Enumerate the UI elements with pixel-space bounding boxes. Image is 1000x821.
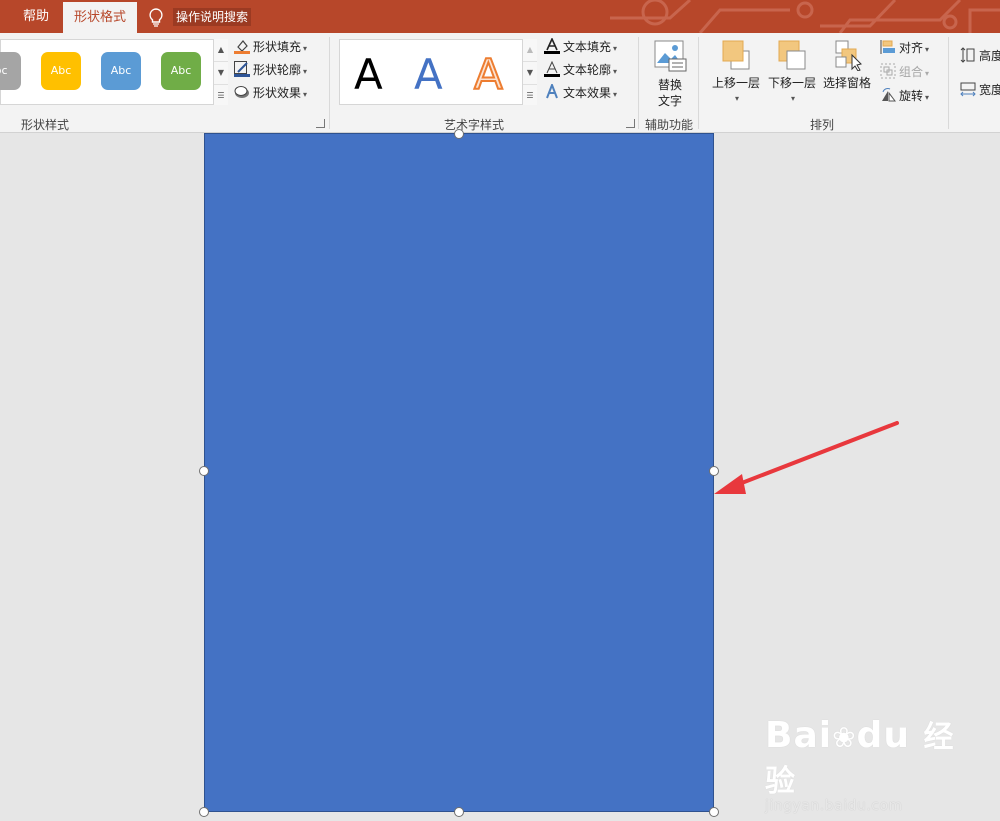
selection-pane-icon [835, 40, 862, 72]
scroll-up-icon[interactable]: ▲ [214, 39, 228, 62]
dialog-launcher-icon[interactable] [626, 119, 635, 128]
group-label-wordart-styles: 艺术字样式 [443, 118, 504, 132]
group-button[interactable]: 组合 ▾ [880, 62, 929, 82]
red-annotation-arrow [714, 421, 899, 494]
height-icon [960, 47, 976, 63]
scroll-down-icon[interactable]: ▼ [214, 62, 228, 85]
resize-handle-left-middle[interactable] [199, 466, 209, 476]
resize-handle-bottom-center[interactable] [454, 807, 464, 817]
wordart-style-blue[interactable]: A [414, 50, 443, 99]
scroll-up-icon[interactable]: ▲ [523, 39, 537, 62]
wordart-gallery-scroll[interactable]: ▲ ▼ ☰ [522, 39, 537, 105]
alt-text-button[interactable]: 替换 文字 [645, 39, 695, 109]
gallery-more-icon[interactable]: ☰ [214, 85, 228, 107]
bring-forward-icon [722, 40, 750, 70]
align-icon [880, 39, 896, 55]
shape-width-field[interactable]: 宽度 [960, 80, 1000, 100]
send-backward-icon [778, 40, 806, 70]
text-effects-button[interactable]: 文本效果 ▾ [544, 82, 617, 103]
baidu-watermark: Bai❀du 经验 jingyan.baidu.com [765, 715, 955, 814]
text-outline-icon [544, 60, 560, 77]
selected-rectangle-shape[interactable] [204, 133, 714, 812]
send-backward-button[interactable]: 下移一层 ▾ [764, 39, 820, 107]
ribbon-tab-bar: 帮助 形状格式 操作说明搜索 [0, 0, 1000, 33]
wordart-gallery[interactable]: A A A [339, 39, 523, 105]
gallery-more-icon[interactable]: ☰ [523, 85, 537, 107]
align-button[interactable]: 对齐 ▾ [880, 38, 929, 58]
circuit-decoration [610, 0, 1000, 33]
text-outline-button[interactable]: 文本轮廓 ▾ [544, 60, 617, 80]
group-label-accessibility: 辅助功能 [644, 118, 693, 132]
resize-handle-bottom-right[interactable] [709, 807, 719, 817]
text-fill-icon [544, 37, 560, 54]
shape-outline-button[interactable]: 形状轮廓 ▾ [234, 60, 307, 80]
group-separator [698, 37, 699, 129]
dialog-launcher-icon[interactable] [316, 119, 325, 128]
resize-handle-bottom-left[interactable] [199, 807, 209, 817]
width-icon [960, 81, 976, 97]
paint-bucket-icon [234, 38, 250, 54]
shape-style-gallery[interactable]: bc Abc Abc Abc [0, 39, 214, 105]
resize-handle-top-center[interactable] [454, 129, 464, 139]
bring-forward-button[interactable]: 上移一层 ▾ [708, 39, 764, 107]
text-fill-button[interactable]: 文本填充 ▾ [544, 37, 617, 57]
paw-icon: ❀ [832, 721, 857, 754]
shape-fill-button[interactable]: 形状填充 ▾ [234, 37, 307, 57]
shape-style-swatch[interactable]: Abc [101, 52, 141, 90]
pen-outline-icon [234, 61, 250, 77]
group-separator [329, 37, 330, 129]
rotate-button[interactable]: 旋转 ▾ [880, 86, 929, 106]
shape-style-swatch[interactable]: Abc [161, 52, 201, 90]
ribbon: bc Abc Abc Abc ▲ ▼ ☰ 形状填充▾ 形状轮廓▾ 形状效果▾ 形… [0, 33, 1000, 133]
wordart-style-black[interactable]: A [354, 50, 383, 99]
shape-style-swatch[interactable]: Abc [41, 52, 81, 90]
wordart-style-orange-outline[interactable]: A [473, 49, 504, 100]
group-label-shape-styles: 形状样式 [20, 118, 69, 132]
alt-text-icon [654, 40, 687, 72]
lightbulb-icon [149, 8, 163, 27]
group-separator [948, 37, 949, 129]
text-effects-icon [544, 82, 560, 100]
shape-effects-button[interactable]: 形状效果 ▾ [234, 83, 307, 103]
selection-pane-button[interactable]: 选择窗格 [820, 39, 874, 91]
group-separator [638, 37, 639, 129]
shape-height-field[interactable]: 高度 [960, 46, 1000, 66]
shape-effects-icon [234, 84, 250, 100]
group-label-arrange: 排列 [809, 118, 834, 132]
rotate-icon [880, 87, 896, 103]
scroll-down-icon[interactable]: ▼ [523, 62, 537, 85]
group-icon [880, 63, 896, 79]
tab-help[interactable]: 帮助 [12, 0, 60, 33]
shape-gallery-scroll[interactable]: ▲ ▼ ☰ [213, 39, 228, 105]
tell-me-search[interactable]: 操作说明搜索 [173, 8, 252, 26]
tab-shape-format[interactable]: 形状格式 [63, 2, 137, 33]
shape-style-swatch[interactable]: bc [0, 52, 21, 90]
